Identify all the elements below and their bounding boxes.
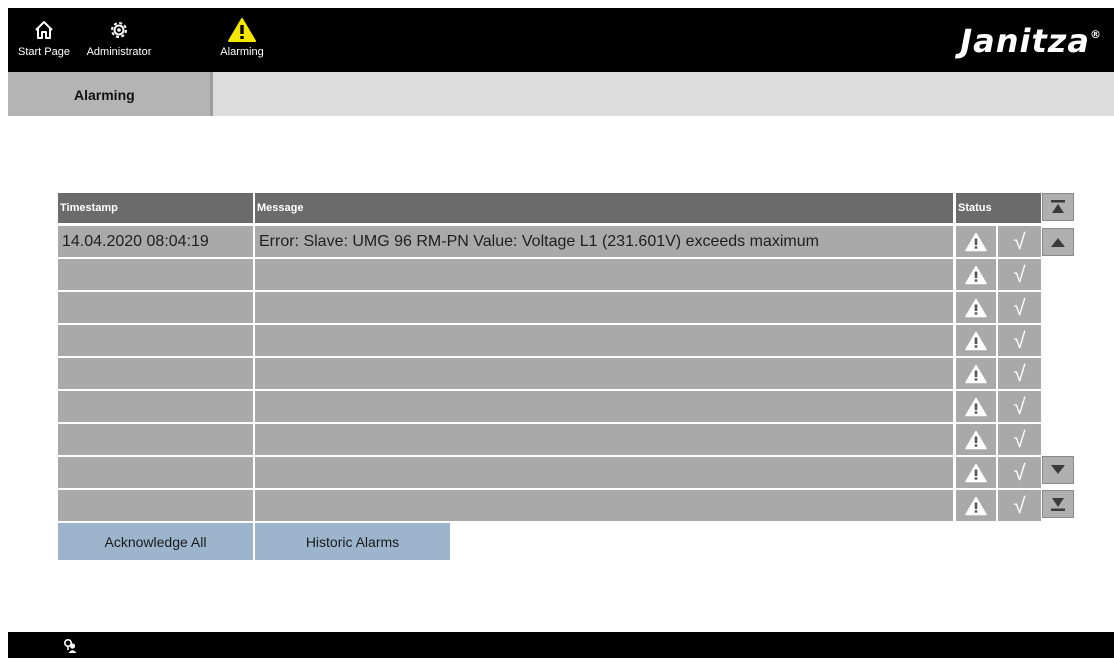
- column-header-status: Status: [956, 193, 1041, 223]
- table-row[interactable]: √: [58, 259, 1041, 290]
- cell-timestamp: [58, 259, 253, 290]
- scroll-top-icon: [1051, 200, 1065, 213]
- cell-timestamp: 14.04.2020 08:04:19: [58, 226, 253, 257]
- home-icon: [35, 21, 53, 39]
- arrow-up-icon: [1051, 238, 1065, 247]
- cell-timestamp: [58, 292, 253, 323]
- cell-message: [255, 358, 953, 389]
- acknowledge-button[interactable]: √: [998, 391, 1041, 422]
- table-row[interactable]: √: [58, 358, 1041, 389]
- window-frame: [0, 0, 8, 658]
- acknowledge-button[interactable]: √: [998, 424, 1041, 455]
- alarm-table: Timestamp Message Status 14.04.2020 08:0…: [58, 193, 1041, 523]
- status-warning-cell[interactable]: [956, 490, 996, 521]
- table-row[interactable]: √: [58, 391, 1041, 422]
- cell-timestamp: [58, 490, 253, 521]
- cell-message: [255, 457, 953, 488]
- tab-alarming[interactable]: Alarming: [8, 72, 213, 116]
- warning-icon: [965, 364, 987, 383]
- warning-icon: [228, 18, 256, 42]
- cell-timestamp: [58, 424, 253, 455]
- check-icon: √: [1013, 294, 1026, 320]
- nav-administrator[interactable]: Administrator: [76, 16, 162, 58]
- status-warning-cell[interactable]: [956, 325, 996, 356]
- status-warning-cell[interactable]: [956, 358, 996, 389]
- cell-message: [255, 292, 953, 323]
- brand-name: Janitza: [960, 22, 1090, 60]
- acknowledge-button[interactable]: √: [998, 226, 1041, 257]
- status-warning-cell[interactable]: [956, 226, 996, 257]
- table-row[interactable]: √: [58, 424, 1041, 455]
- scroll-bottom-button[interactable]: [1042, 490, 1074, 518]
- status-warning-cell[interactable]: [956, 391, 996, 422]
- status-warning-cell[interactable]: [956, 424, 996, 455]
- brand-logo: Janitza®: [960, 22, 1102, 60]
- acknowledge-button[interactable]: √: [998, 490, 1041, 521]
- table-row[interactable]: √: [58, 457, 1041, 488]
- cell-message: [255, 424, 953, 455]
- column-header-timestamp: Timestamp: [58, 193, 253, 223]
- scroll-bottom-icon: [1051, 498, 1065, 511]
- cell-message: [255, 391, 953, 422]
- tab-bar: Alarming: [8, 72, 1114, 116]
- warning-icon: [965, 265, 987, 284]
- warning-icon: [965, 397, 987, 416]
- acknowledge-button[interactable]: √: [998, 457, 1041, 488]
- check-icon: √: [1013, 459, 1026, 485]
- scroll-up-button[interactable]: [1042, 228, 1074, 256]
- acknowledge-button[interactable]: √: [998, 259, 1041, 290]
- cell-timestamp: [58, 457, 253, 488]
- gear-icon: [111, 22, 127, 38]
- check-icon: √: [1013, 393, 1026, 419]
- check-icon: √: [1013, 426, 1026, 452]
- acknowledge-button[interactable]: √: [998, 292, 1041, 323]
- warning-icon: [965, 496, 987, 515]
- top-navigation-bar: Start Page Administrator Alarming Janitz…: [8, 8, 1114, 72]
- warning-icon: [965, 298, 987, 317]
- status-warning-cell[interactable]: [956, 457, 996, 488]
- warning-icon: [965, 430, 987, 449]
- footer-bar: [8, 632, 1114, 658]
- cell-message: [255, 490, 953, 521]
- table-row[interactable]: √: [58, 292, 1041, 323]
- warning-icon: [965, 232, 987, 251]
- acknowledge-button[interactable]: √: [998, 325, 1041, 356]
- arrow-down-icon: [1051, 465, 1065, 474]
- table-row[interactable]: √: [58, 490, 1041, 521]
- check-icon: √: [1013, 327, 1026, 353]
- check-icon: √: [1013, 492, 1026, 518]
- table-row[interactable]: 14.04.2020 08:04:19 Error: Slave: UMG 96 …: [58, 226, 1041, 257]
- acknowledge-button[interactable]: √: [998, 358, 1041, 389]
- nav-start-page[interactable]: Start Page: [16, 16, 72, 58]
- cell-message: [255, 259, 953, 290]
- nav-label: Start Page: [18, 46, 70, 58]
- registered-mark: ®: [1090, 28, 1102, 41]
- nav-alarming[interactable]: Alarming: [217, 16, 267, 58]
- status-warning-cell[interactable]: [956, 292, 996, 323]
- acknowledge-all-button[interactable]: Acknowledge All: [58, 523, 253, 560]
- nav-label: Administrator: [86, 46, 152, 58]
- cell-timestamp: [58, 391, 253, 422]
- nav-label: Alarming: [220, 46, 264, 58]
- cell-message: Error: Slave: UMG 96 RM-PN Value: Voltag…: [255, 226, 953, 257]
- cell-timestamp: [58, 325, 253, 356]
- status-warning-cell[interactable]: [956, 259, 996, 290]
- scroll-top-button[interactable]: [1042, 193, 1074, 221]
- check-icon: √: [1013, 261, 1026, 287]
- table-header: Timestamp Message Status: [58, 193, 1041, 223]
- column-header-message: Message: [255, 193, 953, 223]
- historic-alarms-button[interactable]: Historic Alarms: [255, 523, 450, 560]
- user-icon: [63, 638, 77, 653]
- cell-message: [255, 325, 953, 356]
- check-icon: √: [1013, 360, 1026, 386]
- cell-timestamp: [58, 358, 253, 389]
- warning-icon: [965, 331, 987, 350]
- scroll-down-button[interactable]: [1042, 456, 1074, 484]
- check-icon: √: [1013, 228, 1026, 254]
- warning-icon: [965, 463, 987, 482]
- table-row[interactable]: √: [58, 325, 1041, 356]
